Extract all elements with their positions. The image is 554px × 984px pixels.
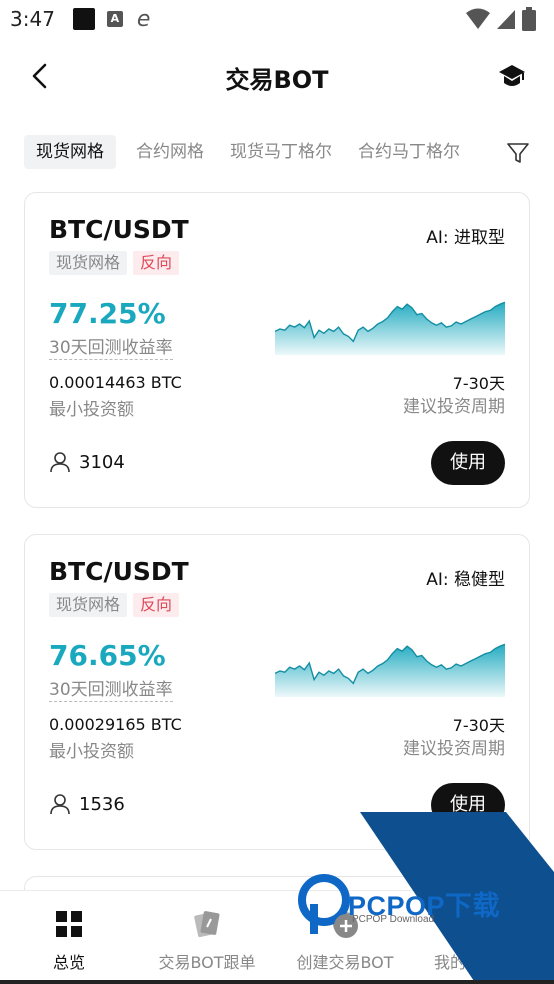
use-button[interactable]: 使用 xyxy=(431,441,505,485)
tag-list: 现货网格 反向 xyxy=(49,251,180,275)
min-investment-label: 最小投资额 xyxy=(49,400,134,420)
use-button[interactable]: 使用 xyxy=(431,783,505,827)
investment-period-value: 7-30天 xyxy=(452,716,505,735)
signal-icon xyxy=(497,10,515,29)
strategy-tabs: 现货网格 合约网格 现货马丁格尔 合约马丁格尔 xyxy=(24,135,534,169)
bottom-nav: 总览 交易BOT跟单 创建交易BOT 我的交 xyxy=(0,890,554,984)
header: 交易BOT xyxy=(0,48,554,104)
investment-period-label: 建议投资周期 xyxy=(403,397,505,417)
filter-button[interactable] xyxy=(506,141,530,165)
nav-my-bots-label: 我的交 xyxy=(434,953,483,972)
investment-period-value: 7-30天 xyxy=(452,374,505,393)
strategy-tag: 现货网格 xyxy=(49,593,128,617)
create-bot-icon xyxy=(333,912,357,936)
status-bar: 3:47 A e xyxy=(0,0,554,38)
min-investment-value: 0.00014463 BTC xyxy=(49,373,182,392)
status-time: 3:47 xyxy=(10,7,55,31)
nav-copy-trade[interactable]: 交易BOT跟单 xyxy=(138,891,276,984)
users-count-value: 1536 xyxy=(79,793,125,815)
copy-trade-cards-icon xyxy=(194,911,220,938)
roi-value: 76.65% xyxy=(49,639,166,672)
bot-card[interactable]: BTC/USDT AI: 进取型 现货网格 反向 77.25% 30天回测收益率… xyxy=(24,192,530,508)
status-right-icons xyxy=(466,7,536,31)
overview-grid-icon xyxy=(56,911,82,937)
nav-overview[interactable]: 总览 xyxy=(0,891,138,984)
tutorial-button[interactable] xyxy=(494,58,530,94)
users-count-value: 3104 xyxy=(79,451,125,473)
sparkline-area xyxy=(275,302,505,355)
sparkline-area xyxy=(275,644,505,697)
nav-my-bots[interactable]: 我的交 xyxy=(414,891,552,984)
a-app-icon: A xyxy=(106,11,123,27)
roi-label: 30天回测收益率 xyxy=(49,333,173,360)
user-icon xyxy=(50,452,70,473)
browser-e-icon: e xyxy=(136,6,151,32)
trading-pair: BTC/USDT xyxy=(49,215,189,244)
system-nav-strip xyxy=(0,980,554,984)
filter-funnel-icon xyxy=(507,143,529,163)
user-icon xyxy=(50,794,70,815)
nav-overview-label: 总览 xyxy=(52,953,85,972)
roi-label: 30天回测收益率 xyxy=(49,675,173,702)
nav-copy-trade-label: 交易BOT跟单 xyxy=(158,953,256,972)
tab-futures-martingale[interactable]: 合约马丁格尔 xyxy=(358,135,460,169)
tab-spot-martingale[interactable]: 现货马丁格尔 xyxy=(230,135,332,169)
roi-value: 77.25% xyxy=(49,297,166,330)
strategy-tag: 现货网格 xyxy=(49,251,128,275)
battery-icon xyxy=(522,7,536,31)
page-title: 交易BOT xyxy=(225,66,329,94)
trading-pair: BTC/USDT xyxy=(49,557,189,586)
ai-risk-type: AI: 稳健型 xyxy=(426,570,505,590)
tab-futures-grid[interactable]: 合约网格 xyxy=(136,135,204,169)
bot-card[interactable]: BTC/USDT AI: 稳健型 现货网格 反向 76.65% 30天回测收益率… xyxy=(24,534,530,850)
user-count: 3104 xyxy=(49,451,125,473)
direction-tag: 反向 xyxy=(133,251,180,275)
min-investment-label: 最小投资额 xyxy=(49,742,134,762)
direction-tag: 反向 xyxy=(133,593,180,617)
ai-risk-type: AI: 进取型 xyxy=(426,228,505,248)
tag-list: 现货网格 反向 xyxy=(49,593,180,617)
graduation-cap-icon xyxy=(499,65,525,86)
sparkline-chart xyxy=(275,301,505,355)
investment-period-label: 建议投资周期 xyxy=(403,739,505,759)
min-investment-value: 0.00029165 BTC xyxy=(49,715,182,734)
nav-create-bot[interactable]: 创建交易BOT xyxy=(276,891,414,984)
sparkline-chart xyxy=(275,643,505,697)
tab-spot-grid[interactable]: 现货网格 xyxy=(24,135,116,169)
user-count: 1536 xyxy=(49,793,125,815)
notification-square-icon xyxy=(72,8,95,30)
nav-create-bot-label: 创建交易BOT xyxy=(296,953,394,972)
wifi-icon xyxy=(466,8,490,29)
